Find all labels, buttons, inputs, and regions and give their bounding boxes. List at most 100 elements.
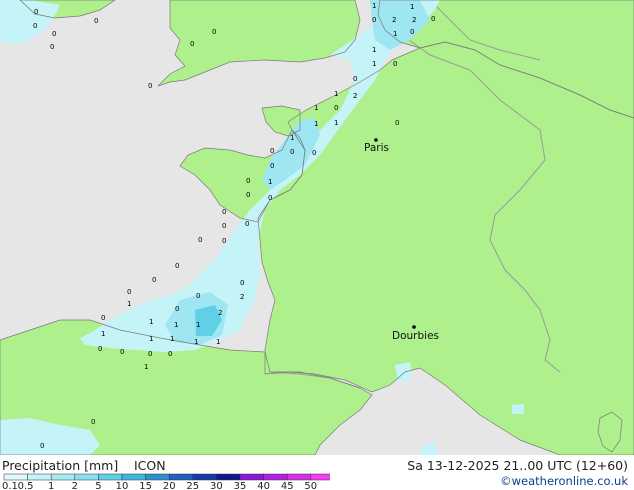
precip-value-label: 0 — [175, 262, 179, 270]
city-label-paris: Paris — [364, 142, 389, 154]
precip-value-label: 0 — [268, 194, 272, 202]
precip-value-label: 0 — [196, 292, 200, 300]
legend-tick-label: 0.5 — [18, 481, 34, 490]
precip-value-label: 1 — [290, 134, 294, 142]
legend-tick-label: 10 — [116, 481, 129, 490]
legend-tick-label: 25 — [186, 481, 199, 490]
precip-value-label: 0 — [312, 149, 316, 157]
precip-value-label: 0 — [270, 162, 274, 170]
precip-value-label: 0 — [245, 220, 249, 228]
precip-value-label: 2 — [240, 293, 244, 301]
precip-value-label: 1 — [144, 363, 148, 371]
precipitation-map-view: 0000000011022010110021011110000010000000… — [0, 0, 634, 490]
legend-color-swatch — [168, 473, 194, 481]
precip-value-label: 1 — [372, 46, 376, 54]
legend-tick-label: 30 — [210, 481, 223, 490]
precip-value-label: 1 — [393, 30, 397, 38]
precip-value-label: 0 — [120, 348, 124, 356]
city-marker-dourbies — [412, 325, 416, 329]
precip-value-label: 0 — [94, 17, 98, 25]
legend-color-swatch — [74, 473, 99, 481]
legend-tick-label: 1 — [48, 481, 54, 490]
legend-color-swatch — [263, 473, 288, 481]
legend-tick-label: 0.1 — [2, 481, 18, 490]
precip-value-label: 0 — [50, 43, 54, 51]
legend-color-swatch — [27, 473, 52, 481]
precip-value-label: 2 — [412, 16, 416, 24]
legend-title: Precipitation [mm] — [2, 458, 119, 473]
precip-value-label: 1 — [127, 300, 131, 308]
legend-tick-label: 50 — [304, 481, 317, 490]
legend-tick-label: 5 — [95, 481, 101, 490]
legend-color-swatch — [98, 473, 123, 481]
precip-value-label: 0 — [148, 350, 152, 358]
legend-color-swatch — [192, 473, 217, 481]
precip-value-label: 1 — [196, 321, 200, 329]
precip-value-label: 0 — [246, 191, 250, 199]
precip-value-label: 0 — [410, 28, 414, 36]
precip-value-label: 2 — [353, 92, 357, 100]
precip-value-label: 1 — [149, 318, 153, 326]
legend-color-swatch — [50, 473, 76, 481]
forecast-datetime: Sa 13-12-2025 21..00 UTC (12+60) — [407, 458, 628, 473]
precip-value-label: 0 — [212, 28, 216, 36]
precip-value-label: 1 — [216, 338, 220, 346]
precip-value-label: 1 — [334, 90, 338, 98]
precip-value-label: 1 — [174, 321, 178, 329]
legend-tick-label: 35 — [234, 481, 247, 490]
legend-color-swatch — [145, 473, 170, 481]
precip-value-label: 1 — [314, 104, 318, 112]
precip-value-label: 1 — [410, 3, 414, 11]
credit-link[interactable]: ©weatheronline.co.uk — [500, 474, 628, 488]
precip-value-label: 0 — [152, 276, 156, 284]
legend-color-swatch — [286, 473, 312, 481]
precip-value-label: 0 — [190, 40, 194, 48]
precip-value-label: 1 — [149, 335, 153, 343]
legend-tick-label: 20 — [163, 481, 176, 490]
legend-color-swatch — [3, 473, 28, 481]
precip-value-label: 0 — [395, 119, 399, 127]
precip-value-label: 0 — [222, 237, 226, 245]
precip-value-label: 0 — [148, 82, 152, 90]
precip-value-label: 0 — [52, 30, 56, 38]
precip-value-label: 2 — [392, 16, 396, 24]
legend-color-swatch — [216, 473, 241, 481]
precip-value-label: 0 — [91, 418, 95, 426]
precip-value-label: 1 — [268, 178, 272, 186]
legend-tick-label: 40 — [257, 481, 270, 490]
precip-value-label: 0 — [98, 345, 102, 353]
precip-value-label: 0 — [353, 75, 357, 83]
legend-tick-label: 2 — [72, 481, 78, 490]
precip-value-label: 0 — [127, 288, 131, 296]
precip-value-label: 1 — [314, 120, 318, 128]
precip-value-label: 0 — [175, 305, 179, 313]
model-name: ICON — [134, 458, 166, 473]
precip-value-label: 0 — [40, 442, 44, 450]
precip-value-label: 2 — [218, 309, 222, 317]
precip-value-label: 0 — [246, 177, 250, 185]
precip-value-label: 0 — [33, 22, 37, 30]
precip-value-label: 0 — [270, 147, 274, 155]
legend-color-swatch — [121, 473, 146, 481]
legend-tick-label: 15 — [139, 481, 152, 490]
precip-value-label: 1 — [372, 2, 376, 10]
legend-color-swatch — [239, 473, 264, 481]
precip-value-label: 1 — [170, 335, 174, 343]
precip-value-label: 0 — [222, 222, 226, 230]
precip-value-label: 0 — [431, 15, 435, 23]
legend-color-swatch — [310, 473, 330, 481]
map: 000000001 10 2 2 01 011 002101111 0000 010000000… — [0, 0, 634, 455]
precip-value-label: 1 — [194, 338, 198, 346]
precip-value-label: 0 — [334, 104, 338, 112]
precip-value-label: 0 — [393, 60, 397, 68]
precip-value-label: 0 — [198, 236, 202, 244]
precip-value-label: 0 — [34, 8, 38, 16]
city-label-dourbies: Dourbies — [392, 330, 439, 342]
legend-tick-label: 45 — [281, 481, 294, 490]
precip-value-label: 0 — [372, 16, 376, 24]
precip-value-label: 0 — [222, 208, 226, 216]
precip-value-label: 0 — [101, 314, 105, 322]
precip-value-label: 1 — [334, 119, 338, 127]
precip-value-label: 0 — [290, 148, 294, 156]
legend-color-scale: 0.1 0.5 1 2 5 10 15 20 25 30 35 40 45 50 — [2, 473, 330, 490]
